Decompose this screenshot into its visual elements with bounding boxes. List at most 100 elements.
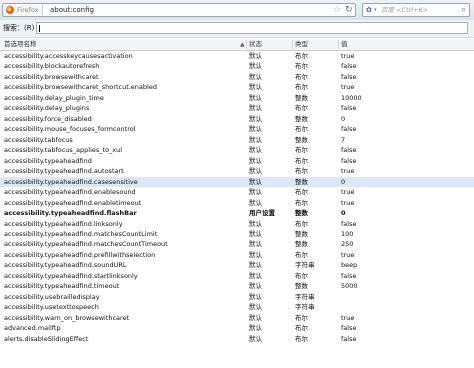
preference-name: accessibility.typeaheadfind.soundURL (4, 261, 127, 270)
filter-input[interactable] (36, 22, 468, 34)
preference-type: 整数 (295, 177, 308, 186)
column-divider[interactable] (292, 40, 293, 49)
preference-value: 250 (341, 240, 354, 249)
preference-row[interactable]: accessibility.force_disabled 默认 整数 0 (0, 114, 474, 124)
preference-value: false (341, 125, 357, 134)
preference-name: accessibility.browsewithcaret_shortcut.e… (4, 83, 157, 92)
preference-value: false (341, 72, 357, 81)
preference-value: true (341, 83, 355, 92)
preference-value: true (341, 250, 355, 259)
preference-name: accessibility.delay_plugins (4, 104, 90, 113)
preference-value: 0 (341, 209, 346, 218)
bookmark-star-icon[interactable]: ☆ (333, 4, 341, 16)
preference-value: false (341, 62, 357, 71)
preference-row[interactable]: accessibility.typeaheadfind.matchesCount… (0, 239, 474, 249)
preference-row[interactable]: accessibility.typeaheadfind.prefillwiths… (0, 250, 474, 260)
url-text[interactable]: about:config (50, 5, 94, 15)
search-placeholder: 百度 <Ctrl+K> (381, 6, 429, 14)
preference-row[interactable]: accessibility.browsewithcaret 默认 布尔 false (0, 72, 474, 82)
column-header: 首选项名称 ▲ 状态 类型 值 (0, 39, 474, 51)
preference-status: 默认 (249, 324, 262, 333)
preference-name: accessibility.delay_plugin_time (4, 93, 104, 102)
preference-type: 布尔 (295, 125, 308, 134)
preference-type: 布尔 (295, 324, 308, 333)
preference-value: true (341, 52, 355, 60)
preference-status: 默认 (249, 83, 262, 92)
search-bar[interactable]: ✿ ▾ 百度 <Ctrl+K> ⌕ (362, 3, 470, 17)
column-header-type[interactable]: 类型 (295, 40, 308, 49)
preference-name: accessibility.usebrailledisplay (4, 292, 100, 301)
column-divider[interactable] (338, 40, 339, 49)
preference-row[interactable]: accessibility.typeaheadfind.timeout 默认 整数 5… (0, 281, 474, 291)
preference-name: alerts.disableSlidingEffect (4, 334, 89, 343)
preference-name: accessibility.typeaheadfind.prefillwiths… (4, 250, 156, 259)
preference-row[interactable]: accessibility.typeaheadfind.enablesound 默… (0, 187, 474, 197)
preference-row[interactable]: accessibility.typeaheadfind.linksonly 默认 布… (0, 219, 474, 229)
preference-type: 布尔 (295, 167, 308, 176)
preference-status: 默认 (249, 125, 262, 134)
column-divider[interactable] (246, 40, 247, 49)
preference-row[interactable]: alerts.disableSlidingEffect 默认 布尔 false (0, 334, 474, 344)
preference-type: 整数 (295, 114, 308, 123)
preference-type: 整数 (295, 240, 308, 249)
preference-status: 默认 (249, 282, 262, 291)
preference-status: 默认 (249, 303, 262, 312)
preference-type: 布尔 (295, 72, 308, 81)
preference-name: advanced.mailftp (4, 324, 61, 333)
preference-row[interactable]: accessibility.accesskeycausesactivation 默… (0, 51, 474, 61)
chevron-down-icon[interactable]: ▾ (374, 5, 377, 15)
preference-row[interactable]: accessibility.tabfocus 默认 整数 7 (0, 135, 474, 145)
preference-value: 0 (341, 177, 346, 186)
column-header-name[interactable]: 首选项名称 (4, 40, 37, 49)
preference-value: false (341, 324, 357, 333)
preference-row[interactable]: accessibility.mouse_focuses_formcontrol 默… (0, 124, 474, 134)
preference-row[interactable]: accessibility.typeaheadfind.casesensitiv… (0, 176, 474, 188)
preference-type: 布尔 (295, 156, 308, 165)
url-bar[interactable]: Firefox about:config ☆ ↻ (2, 3, 356, 17)
preference-row[interactable]: accessibility.typeaheadfind 默认 布尔 false (0, 156, 474, 166)
preference-name: accessibility.tabfocus_applies_to_xul (4, 146, 123, 155)
preference-row[interactable]: accessibility.tabfocus_applies_to_xul 默认 布… (0, 145, 474, 155)
filter-row: 搜索：(R) (0, 20, 474, 38)
preference-value: false (341, 219, 357, 228)
preference-row[interactable]: accessibility.blockautorefresh 默认 布尔 false (0, 61, 474, 71)
preference-name: accessibility.warn_on_browsewithcaret (4, 313, 130, 322)
preference-status: 默认 (249, 93, 262, 102)
preference-name: accessibility.usetexttospeech (4, 303, 99, 312)
preference-row[interactable]: accessibility.usetexttospeech 默认 字符串 (0, 302, 474, 312)
preference-type: 整数 (295, 282, 308, 291)
reload-icon[interactable]: ↻ (345, 4, 353, 16)
preference-row[interactable]: accessibility.typeaheadfind.flashBar 用户设置… (0, 208, 474, 218)
preference-type: 字符串 (295, 303, 315, 312)
preference-type: 布尔 (295, 62, 308, 71)
column-header-value[interactable]: 值 (341, 40, 348, 49)
preference-value: true (341, 198, 355, 207)
preference-row[interactable]: accessibility.typeaheadfind.enabletimeou… (0, 198, 474, 208)
column-header-status[interactable]: 状态 (249, 40, 262, 49)
preference-row[interactable]: accessibility.delay_plugins 默认 布尔 false (0, 103, 474, 113)
search-icon[interactable]: ⌕ (462, 4, 466, 16)
preference-value: 5000 (341, 282, 358, 291)
preference-name: accessibility.typeaheadfind.autostart (4, 167, 124, 176)
preference-status: 默认 (249, 240, 262, 249)
preference-row[interactable]: accessibility.browsewithcaret_shortcut.e… (0, 82, 474, 92)
preference-row[interactable]: accessibility.typeaheadfind.startlinkson… (0, 271, 474, 281)
preference-value: false (341, 104, 357, 113)
preference-row[interactable]: accessibility.usebrailledisplay 默认 字符串 (0, 292, 474, 302)
preference-value: true (341, 167, 355, 176)
search-engine-icon[interactable]: ✿ (366, 5, 374, 14)
preference-type: 布尔 (295, 271, 308, 280)
preference-row[interactable]: accessibility.warn_on_browsewithcaret 默认 布… (0, 313, 474, 323)
preference-row[interactable]: accessibility.typeaheadfind.matchesCount… (0, 229, 474, 239)
preference-row[interactable]: accessibility.delay_plugin_time 默认 整数 10000 (0, 93, 474, 103)
preference-row[interactable]: advanced.mailftp 默认 布尔 false (0, 323, 474, 333)
site-identity-button[interactable]: Firefox (4, 5, 43, 15)
preference-row[interactable]: accessibility.typeaheadfind.soundURL 默认 字符… (0, 260, 474, 270)
preferences-list: accessibility.accesskeycausesactivation 默… (0, 51, 474, 344)
preference-status: 默认 (249, 271, 262, 280)
preference-type: 整数 (295, 135, 308, 144)
preference-name: accessibility.accesskeycausesactivation (4, 52, 133, 60)
preference-row[interactable]: accessibility.typeaheadfind.autostart 默认 布… (0, 166, 474, 176)
preference-status: 默认 (249, 167, 262, 176)
preference-value: false (341, 271, 357, 280)
